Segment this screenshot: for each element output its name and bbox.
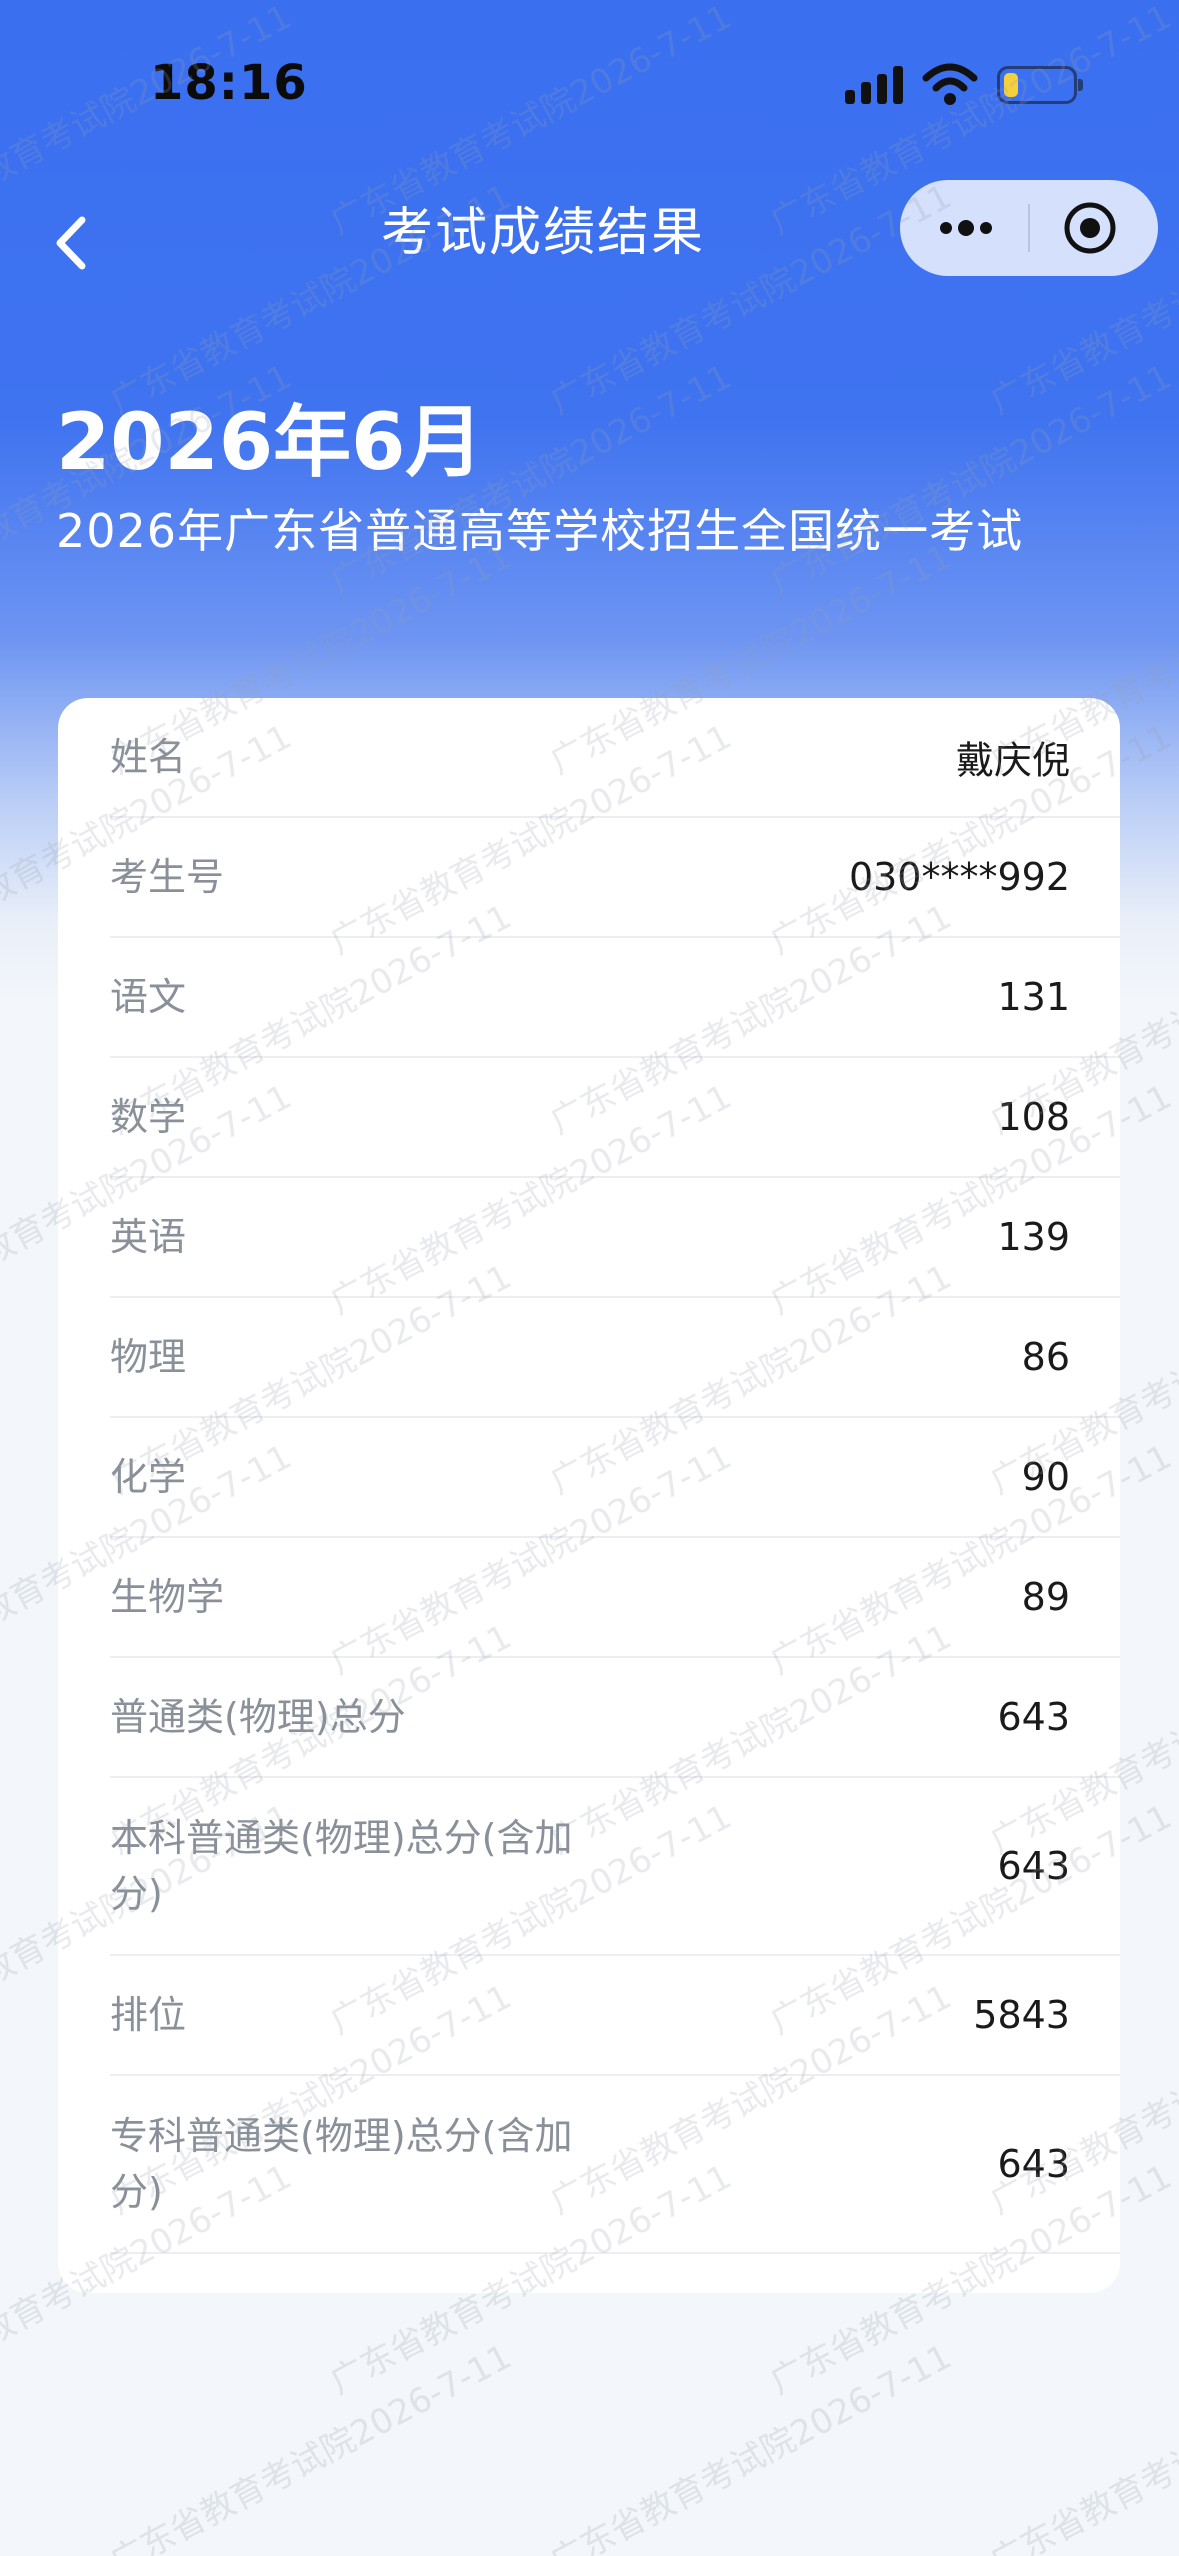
result-row-total-score: 普通类(物理)总分 643 <box>110 1658 1120 1778</box>
result-value: 86 <box>1021 1335 1070 1379</box>
result-value: 030****992 <box>848 855 1070 899</box>
result-row-chemistry: 化学 90 <box>110 1418 1120 1538</box>
result-value: 89 <box>1021 1575 1070 1619</box>
status-time: 18:16 <box>150 55 308 111</box>
exam-name: 2026年广东省普通高等学校招生全国统一考试 <box>56 504 1024 558</box>
more-menu-button[interactable] <box>936 210 996 246</box>
close-mini-program-button[interactable] <box>1062 200 1118 256</box>
result-row-undergraduate-total: 本科普通类(物理)总分(含加分) 643 <box>110 1778 1120 1956</box>
result-value: 108 <box>997 1095 1070 1139</box>
result-row-english: 英语 139 <box>110 1178 1120 1298</box>
result-row-physics: 物理 86 <box>110 1298 1120 1418</box>
result-label: 英语 <box>110 1215 187 1259</box>
result-label: 本科普通类(物理)总分(含加分) <box>110 1816 573 1916</box>
result-label: 数学 <box>110 1095 187 1139</box>
result-label: 排位 <box>110 1993 187 2037</box>
result-value: 131 <box>997 975 1070 1019</box>
result-value: 戴庆倪 <box>955 738 1070 783</box>
capsule-divider <box>1028 204 1030 252</box>
watermark-text: 广东省教育考试院2026-7-11 <box>983 2336 1179 2556</box>
result-label: 专科普通类(物理)总分(含加分) <box>110 2114 573 2214</box>
results-card: 姓名 戴庆倪 考生号 030****992 语文 131 数学 108 英语 1… <box>58 698 1120 2293</box>
wifi-icon <box>922 63 978 105</box>
result-value: 5843 <box>973 1993 1070 2037</box>
result-label: 姓名 <box>110 735 187 779</box>
result-label: 生物学 <box>110 1575 225 1619</box>
result-row-chinese: 语文 131 <box>110 938 1120 1058</box>
result-label: 语文 <box>110 975 187 1019</box>
result-row-name: 姓名 戴庆倪 <box>110 698 1120 818</box>
result-row-rank: 排位 5843 <box>110 1956 1120 2076</box>
battery-icon <box>997 66 1083 104</box>
result-label: 考生号 <box>110 855 225 899</box>
result-value: 643 <box>997 1844 1070 1888</box>
result-value: 643 <box>997 2142 1070 2186</box>
watermark-text: 广东省教育考试院2026-7-11 <box>103 2336 519 2556</box>
status-bar: 18:16 <box>0 0 1179 150</box>
watermark-text: 广东省教育考试院2026-7-11 <box>543 2336 959 2556</box>
result-label: 物理 <box>110 1335 187 1379</box>
exam-date-heading: 2026年6月 <box>56 398 484 488</box>
result-label: 普通类(物理)总分 <box>110 1695 406 1739</box>
cellular-signal-icon <box>845 64 905 104</box>
result-row-biology: 生物学 89 <box>110 1538 1120 1658</box>
result-row-math: 数学 108 <box>110 1058 1120 1178</box>
result-row-vocational-total: 专科普通类(物理)总分(含加分) 643 <box>110 2076 1120 2254</box>
result-row-candidate-number: 考生号 030****992 <box>110 818 1120 938</box>
result-label: 化学 <box>110 1455 187 1499</box>
result-value: 139 <box>997 1215 1070 1259</box>
result-value: 643 <box>997 1695 1070 1739</box>
mini-program-capsule <box>900 180 1158 276</box>
result-value: 90 <box>1021 1455 1070 1499</box>
